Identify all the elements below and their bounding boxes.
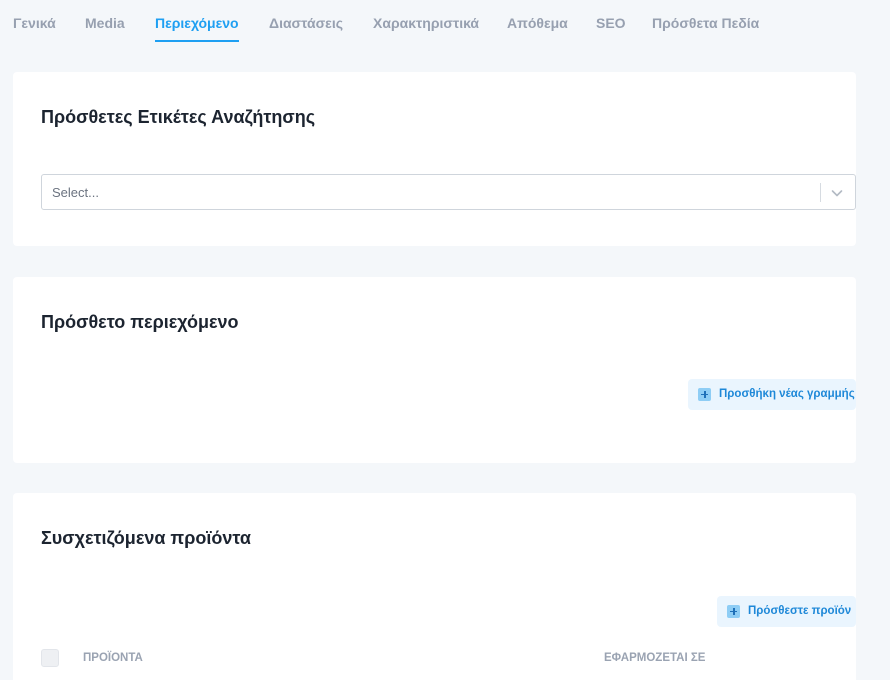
tab-media[interactable]: Media — [85, 15, 125, 31]
extra-content-card: Πρόσθετο περιεχόμενο Προσθήκη νέας γραμμ… — [13, 277, 856, 463]
tab-dimensions[interactable]: Διαστάσεις — [269, 15, 343, 31]
tab-extra-fields[interactable]: Πρόσθετα Πεδία — [652, 15, 759, 31]
search-tags-card: Πρόσθετες Ετικέτες Αναζήτησης Select... — [13, 72, 856, 246]
tab-stock[interactable]: Απόθεμα — [507, 15, 568, 31]
related-products-title: Συσχετιζόμενα προϊόντα — [41, 528, 251, 548]
tab-content[interactable]: Περιεχόμενο — [155, 15, 239, 42]
add-row-label: Προσθήκη νέας γραμμής — [719, 388, 855, 400]
column-header-products: ΠΡΟΪΟΝΤΑ — [83, 652, 143, 664]
select-placeholder: Select... — [52, 185, 99, 200]
tab-attributes[interactable]: Χαρακτηριστικά — [373, 15, 479, 31]
plus-square-icon — [698, 388, 711, 401]
add-row-button[interactable]: Προσθήκη νέας γραμμής — [688, 379, 856, 410]
search-tags-title: Πρόσθετες Ετικέτες Αναζήτησης — [41, 107, 316, 127]
extra-content-title: Πρόσθετο περιεχόμενο — [41, 312, 239, 332]
search-tags-select[interactable]: Select... — [41, 174, 856, 210]
product-tabs: Γενικά Media Περιεχόμενο Διαστάσεις Χαρα… — [0, 0, 890, 50]
add-product-button[interactable]: Πρόσθεστε προϊόν — [717, 596, 856, 627]
tab-general[interactable]: Γενικά — [13, 15, 56, 31]
tab-seo[interactable]: SEO — [596, 15, 626, 31]
chevron-down-icon[interactable] — [829, 185, 845, 201]
related-products-card: Συσχετιζόμενα προϊόντα Πρόσθεστε προϊόν … — [13, 493, 856, 680]
select-divider — [820, 183, 821, 202]
select-all-checkbox[interactable] — [41, 649, 59, 667]
plus-square-icon — [727, 605, 740, 618]
column-header-applies-to: ΕΦΑΡΜΟΖΕΤΑΙ ΣΕ — [604, 652, 706, 664]
add-product-label: Πρόσθεστε προϊόν — [748, 605, 852, 617]
